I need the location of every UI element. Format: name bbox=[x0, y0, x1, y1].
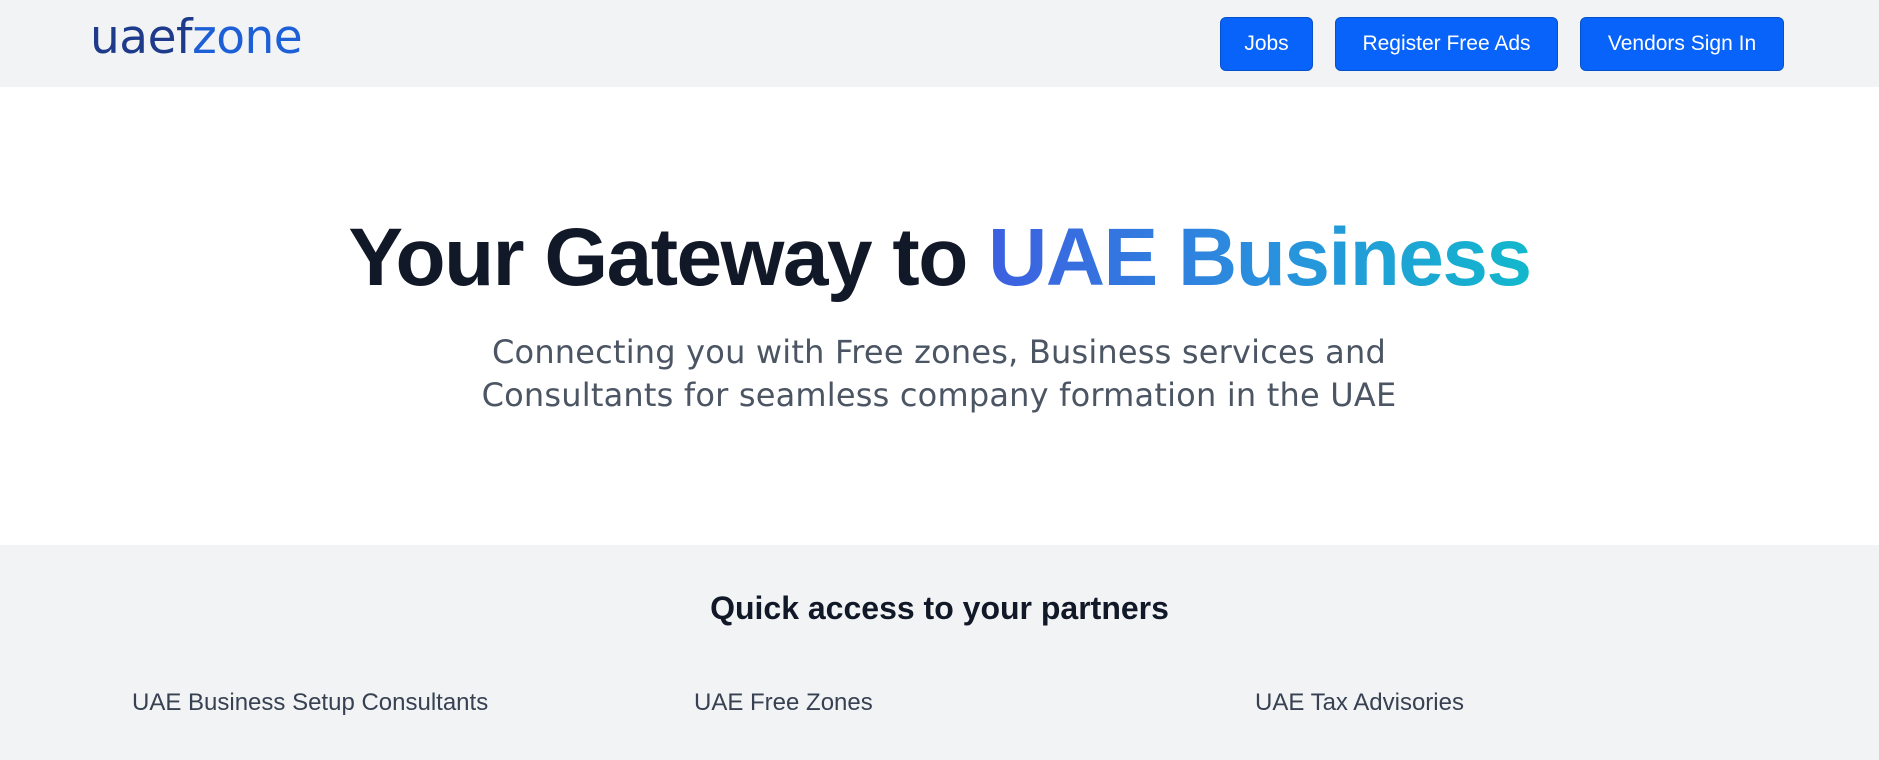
partner-link-free-zones[interactable]: UAE Free Zones bbox=[694, 688, 873, 718]
hero-section: Your Gateway to UAE Business Connecting … bbox=[0, 87, 1879, 545]
jobs-button[interactable]: Jobs bbox=[1220, 17, 1313, 71]
hero-title: Your Gateway to UAE Business bbox=[0, 210, 1879, 306]
partners-title: Quick access to your partners bbox=[710, 590, 1169, 626]
register-free-ads-button[interactable]: Register Free Ads bbox=[1335, 17, 1558, 71]
hero-subtitle-line-2: Consultants for seamless company formati… bbox=[481, 376, 1397, 414]
partners-section: Quick access to your partners UAE Busine… bbox=[0, 545, 1879, 760]
vendors-sign-in-button[interactable]: Vendors Sign In bbox=[1580, 17, 1784, 71]
hero-subtitle-line-1: Connecting you with Free zones, Business… bbox=[492, 333, 1386, 371]
site-header: uaefzone Jobs Register Free Ads Vendors … bbox=[0, 0, 1879, 87]
hero-title-highlight: UAE Business bbox=[988, 212, 1532, 303]
site-logo[interactable]: uaefzone bbox=[90, 10, 303, 66]
hero-title-plain: Your Gateway to bbox=[348, 212, 989, 303]
logo-text-secondary: zone bbox=[192, 10, 303, 65]
partner-link-tax-advisories[interactable]: UAE Tax Advisories bbox=[1255, 688, 1464, 718]
hero-subtitle: Connecting you with Free zones, Business… bbox=[439, 331, 1439, 417]
logo-text-primary: uaef bbox=[90, 10, 193, 65]
partner-link-business-setup-consultants[interactable]: UAE Business Setup Consultants bbox=[132, 688, 488, 718]
